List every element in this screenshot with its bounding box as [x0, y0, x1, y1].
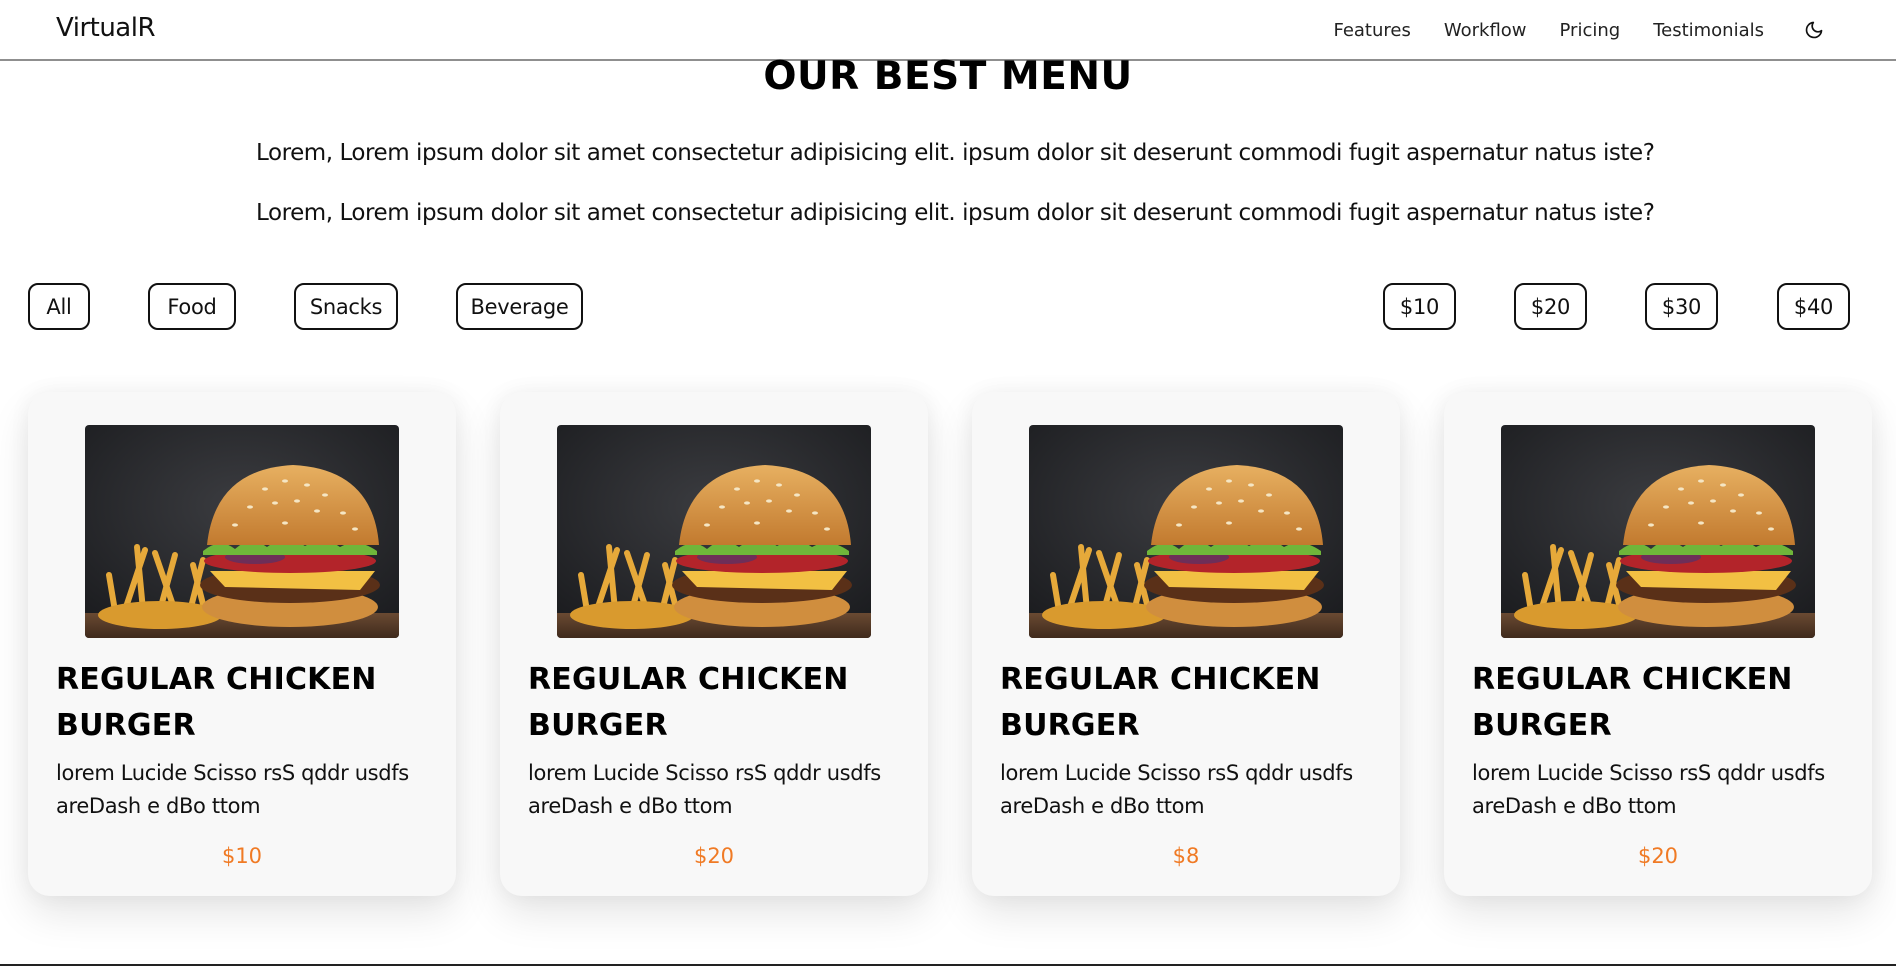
card-price: $20: [1637, 844, 1679, 868]
nav-link-testimonials[interactable]: Testimonials: [1653, 20, 1764, 41]
card-description: lorem Lucide Scisso rsS qddr usdfs areDa…: [528, 761, 881, 818]
card-description: lorem Lucide Scisso rsS qddr usdfs areDa…: [1000, 761, 1353, 818]
card-title: REGULAR CHICKEN BURGER: [1000, 662, 1321, 743]
menu-card[interactable]: REGULAR CHICKEN BURGER lorem Lucide Scis…: [1444, 392, 1872, 896]
menu-card[interactable]: REGULAR CHICKEN BURGER lorem Lucide Scis…: [500, 392, 928, 896]
filter-snacks-button[interactable]: Snacks: [294, 283, 398, 330]
filter-beverage-button[interactable]: Beverage: [456, 283, 583, 330]
intro-paragraph: Lorem, Lorem ipsum dolor sit amet consec…: [256, 140, 1655, 166]
burger-image: [85, 425, 399, 638]
moon-icon: [1805, 21, 1823, 39]
filter-food-button[interactable]: Food: [148, 283, 236, 330]
card-description: lorem Lucide Scisso rsS qddr usdfs areDa…: [56, 761, 409, 818]
nav-link-features[interactable]: Features: [1333, 20, 1410, 41]
burger-image: [1029, 425, 1343, 638]
nav-links: Features Workflow Pricing Testimonials: [1300, 18, 1826, 42]
card-title: REGULAR CHICKEN BURGER: [1472, 662, 1793, 743]
brand-logo[interactable]: VirtualR: [56, 13, 156, 43]
nav-link-workflow[interactable]: Workflow: [1444, 20, 1527, 41]
burger-image: [557, 425, 871, 638]
price-filter-40-button[interactable]: $40: [1777, 283, 1850, 330]
card-price: $8: [1172, 844, 1200, 868]
filter-all-button[interactable]: All: [28, 283, 90, 330]
price-filter-20-button[interactable]: $20: [1514, 283, 1587, 330]
menu-title: OUR BEST MENU: [763, 54, 1133, 99]
card-price: $20: [693, 844, 735, 868]
theme-toggle-button[interactable]: [1802, 18, 1826, 42]
card-title: REGULAR CHICKEN BURGER: [56, 662, 377, 743]
nav-link-pricing[interactable]: Pricing: [1560, 20, 1621, 41]
card-title: REGULAR CHICKEN BURGER: [528, 662, 849, 743]
menu-card[interactable]: REGULAR CHICKEN BURGER lorem Lucide Scis…: [28, 392, 456, 896]
burger-image: [1501, 425, 1815, 638]
card-price: $10: [221, 844, 263, 868]
navbar: VirtualR Features Workflow Pricing Testi…: [0, 0, 1896, 61]
intro-paragraph: Lorem, Lorem ipsum dolor sit amet consec…: [256, 200, 1655, 226]
price-filter-30-button[interactable]: $30: [1645, 283, 1718, 330]
card-description: lorem Lucide Scisso rsS qddr usdfs areDa…: [1472, 761, 1825, 818]
menu-card[interactable]: REGULAR CHICKEN BURGER lorem Lucide Scis…: [972, 392, 1400, 896]
price-filter-10-button[interactable]: $10: [1383, 283, 1456, 330]
